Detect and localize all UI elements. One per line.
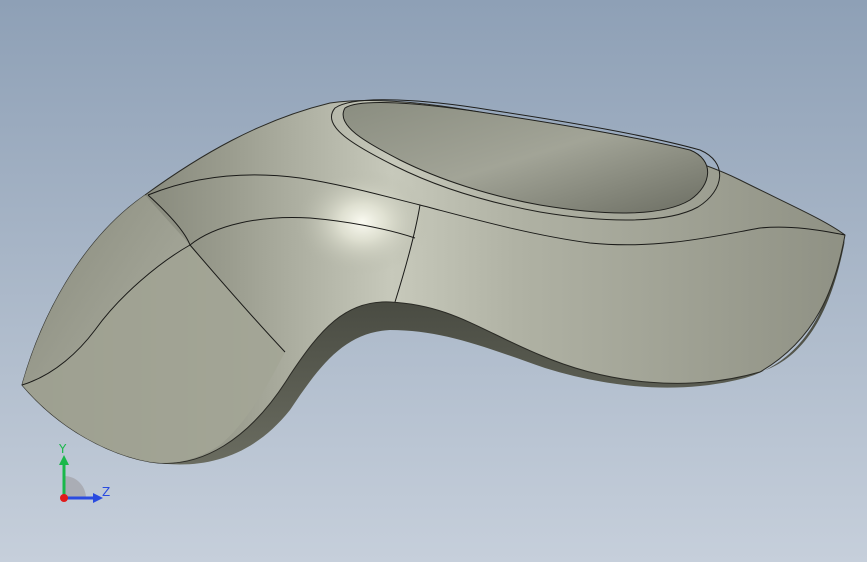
model-view[interactable] <box>0 0 867 562</box>
triad-plane-icon <box>64 476 86 498</box>
model-specular-highlight <box>277 165 467 315</box>
x-axis-dot-icon <box>60 494 68 502</box>
graphics-viewport[interactable]: Y Z <box>0 0 867 562</box>
y-axis-label: Y <box>59 442 67 456</box>
z-axis-label: Z <box>102 485 111 499</box>
view-orientation-triad[interactable]: Y Z <box>50 440 120 510</box>
y-axis-arrowhead-icon <box>59 455 69 465</box>
